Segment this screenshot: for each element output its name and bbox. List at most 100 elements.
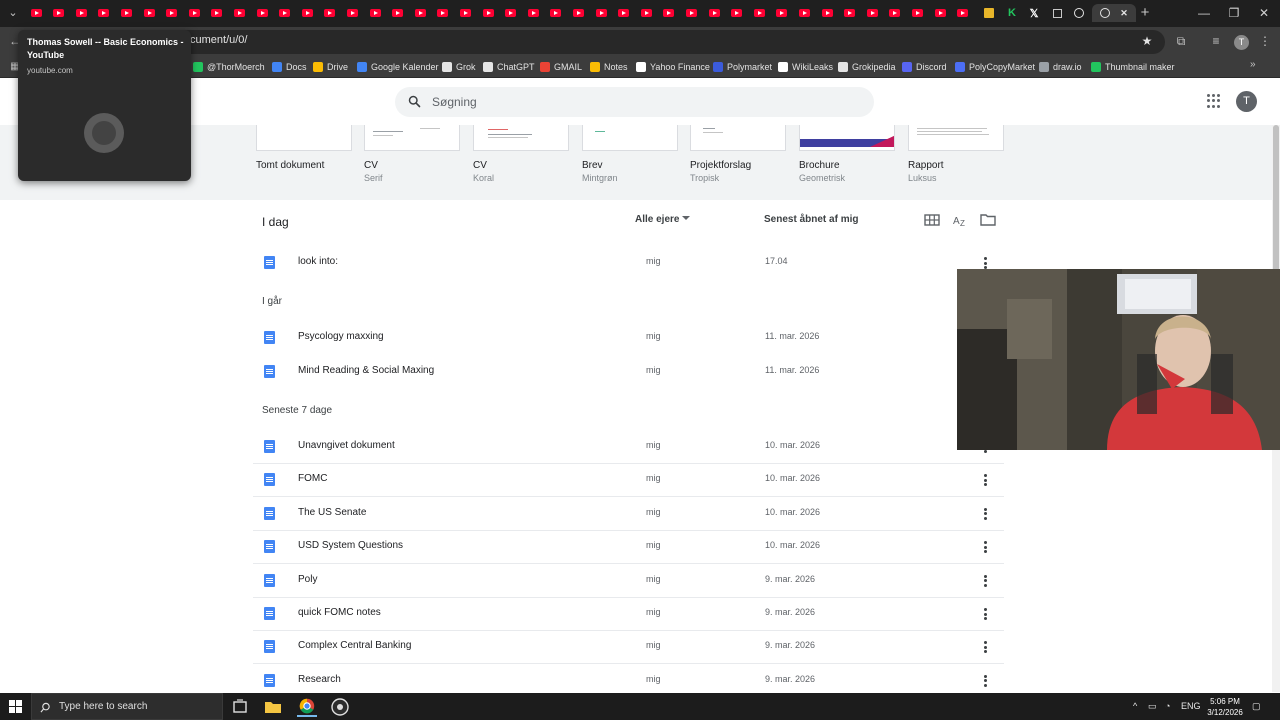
window-close-button[interactable]: ✕ <box>1250 3 1278 23</box>
browser-tab[interactable] <box>388 4 408 22</box>
docs-tab-icon[interactable] <box>979 4 999 22</box>
doc-title[interactable]: The US Senate <box>298 507 366 518</box>
browser-tab[interactable] <box>342 4 362 22</box>
doc-title[interactable]: Mind Reading & Social Maxing <box>298 365 434 376</box>
browser-tab[interactable] <box>636 4 656 22</box>
bookmark-item[interactable]: Yahoo Finance <box>636 59 710 75</box>
doc-row[interactable]: look into: mig 17.04 <box>253 247 1004 280</box>
bookmark-item[interactable]: Docs <box>272 59 307 75</box>
chrome-icon[interactable] <box>297 697 317 717</box>
language-indicator[interactable]: ENG <box>1181 701 1201 711</box>
more-options-icon[interactable] <box>979 574 991 588</box>
more-options-icon[interactable] <box>979 607 991 621</box>
bookmark-item[interactable]: ChatGPT <box>483 59 535 75</box>
browser-tab[interactable] <box>794 4 814 22</box>
browser-tab[interactable] <box>116 4 136 22</box>
docs-search-box[interactable]: Søgning <box>395 87 874 117</box>
recording-app-icon[interactable] <box>330 697 350 717</box>
tab-search-button[interactable]: ⌄ <box>3 4 23 22</box>
notifications-icon[interactable]: ▢ <box>1252 701 1261 712</box>
system-clock[interactable]: 5:06 PM 3/12/2026 <box>1203 696 1247 718</box>
browser-tab[interactable] <box>591 4 611 22</box>
template-thumbnail[interactable] <box>690 125 786 151</box>
template-card[interactable]: Tomt dokument <box>256 125 352 173</box>
address-url[interactable]: cument/u/0/ <box>190 34 247 46</box>
browser-tab[interactable] <box>252 4 272 22</box>
bookmark-item[interactable]: GMAIL <box>540 59 582 75</box>
browser-tab[interactable] <box>817 4 837 22</box>
browser-tab[interactable] <box>162 4 182 22</box>
browser-tab[interactable] <box>139 4 159 22</box>
browser-tab[interactable] <box>953 4 973 22</box>
doc-title[interactable]: Unavngivet dokument <box>298 440 395 451</box>
browser-tab[interactable] <box>749 4 769 22</box>
search-icon[interactable] <box>407 94 422 109</box>
browser-tab[interactable] <box>907 4 927 22</box>
chevron-down-icon[interactable] <box>682 216 690 220</box>
wifi-icon[interactable]: ◔ <box>1165 701 1170 711</box>
extensions-icon[interactable]: ⧉ <box>1172 32 1190 50</box>
browser-tab[interactable] <box>614 4 634 22</box>
browser-tab[interactable] <box>659 4 679 22</box>
bookmark-item[interactable]: Notes <box>590 59 628 75</box>
bookmark-item[interactable]: Grokipedia <box>838 59 896 75</box>
google-apps-icon[interactable] <box>1207 94 1221 108</box>
bookmark-item[interactable]: PolyCopyMarket <box>955 59 1035 75</box>
taskbar-search-box[interactable]: Type here to search <box>31 693 223 720</box>
chatgpt-tab-icon[interactable] <box>1069 4 1089 22</box>
maximize-button[interactable]: ❐ <box>1220 3 1248 23</box>
template-thumbnail[interactable] <box>582 125 678 151</box>
doc-title[interactable]: quick FOMC notes <box>298 607 381 618</box>
doc-title[interactable]: Psycology maxxing <box>298 331 384 342</box>
doc-row[interactable]: Complex Central Banking mig 9. mar. 2026 <box>253 631 1004 665</box>
browser-tab[interactable] <box>772 4 792 22</box>
browser-tab[interactable] <box>207 4 227 22</box>
doc-row[interactable]: The US Senate mig 10. mar. 2026 <box>253 498 1004 531</box>
browser-profile-avatar[interactable]: T <box>1234 35 1249 50</box>
minimize-button[interactable]: — <box>1190 3 1218 23</box>
bookmark-item[interactable]: Google Kalender <box>357 59 439 75</box>
doc-title[interactable]: Complex Central Banking <box>298 640 411 651</box>
browser-tab[interactable] <box>704 4 724 22</box>
browser-tab[interactable] <box>501 4 521 22</box>
browser-tab[interactable] <box>433 4 453 22</box>
sort-az-icon[interactable]: A Z <box>952 212 968 228</box>
more-options-icon[interactable] <box>979 674 991 688</box>
x-icon[interactable]: 𝕏 <box>1024 4 1044 22</box>
media-control-icon[interactable]: ≡ <box>1207 32 1225 50</box>
bookmarks-overflow-button[interactable]: » <box>1250 59 1256 70</box>
bookmark-item[interactable]: Polymarket <box>713 59 772 75</box>
doc-row[interactable]: Mind Reading & Social Maxing mig 11. mar. … <box>253 356 1004 389</box>
browser-tab[interactable] <box>229 4 249 22</box>
active-tab[interactable]: ✕ <box>1092 4 1136 22</box>
bookmark-item[interactable]: Discord <box>902 59 947 75</box>
template-card[interactable]: Rapport Luksus <box>908 125 1004 183</box>
folder-picker-icon[interactable] <box>980 212 996 228</box>
tab-close-icon[interactable]: ✕ <box>1120 8 1128 19</box>
more-options-icon[interactable] <box>979 507 991 521</box>
browser-tab[interactable] <box>862 4 882 22</box>
browser-tab[interactable] <box>681 4 701 22</box>
doc-title[interactable]: Poly <box>298 574 317 585</box>
user-avatar[interactable]: T <box>1236 91 1257 112</box>
more-options-icon[interactable] <box>979 473 991 487</box>
doc-row[interactable]: Unavngivet dokument mig 10. mar. 2026 <box>253 431 1004 464</box>
more-options-icon[interactable] <box>979 540 991 554</box>
browser-tab[interactable] <box>930 4 950 22</box>
file-explorer-icon[interactable] <box>263 697 283 717</box>
browser-tab[interactable] <box>184 4 204 22</box>
browser-tab[interactable] <box>49 4 69 22</box>
doc-row[interactable]: Poly mig 9. mar. 2026 <box>253 565 1004 598</box>
browser-tab[interactable] <box>410 4 430 22</box>
doc-row[interactable]: quick FOMC notes mig 9. mar. 2026 <box>253 598 1004 631</box>
doc-row[interactable]: Psycology maxxing mig 11. mar. 2026 <box>253 322 1004 355</box>
browser-tab[interactable] <box>365 4 385 22</box>
browser-tab[interactable] <box>320 4 340 22</box>
bookmark-item[interactable]: Grok <box>442 59 476 75</box>
browser-tab[interactable] <box>523 4 543 22</box>
doc-title[interactable]: USD System Questions <box>298 540 403 551</box>
battery-icon[interactable]: ▭ <box>1148 701 1157 712</box>
browser-tab[interactable] <box>546 4 566 22</box>
browser-tab[interactable] <box>568 4 588 22</box>
tray-overflow-icon[interactable]: ^ <box>1133 701 1137 711</box>
